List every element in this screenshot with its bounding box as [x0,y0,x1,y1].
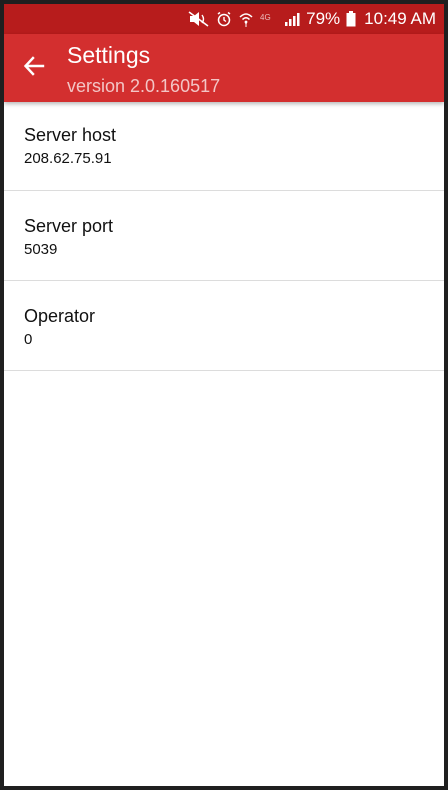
back-button[interactable] [14,48,54,88]
setting-operator[interactable]: Operator 0 [4,281,444,371]
setting-value: 208.62.75.91 [24,150,112,167]
wifi-icon [238,11,254,27]
alarm-icon [216,11,232,27]
page-title: Settings [67,42,151,68]
device-frame: 4G 79% 10:49 AM Settings version 2.0.160… [0,0,448,790]
setting-server-host[interactable]: Server host 208.62.75.91 [4,102,444,191]
battery-icon [346,11,356,27]
setting-value: 5039 [24,241,58,258]
clock: 10:49 AM [364,9,436,28]
setting-title: Operator [24,306,96,326]
setting-value: 0 [24,331,33,348]
battery-percent: 79% [306,9,341,28]
setting-server-port[interactable]: Server port 5039 [4,191,444,281]
settings-list: Server host 208.62.75.91 Server port 503… [4,102,444,371]
network-4g-icon: 4G [260,11,278,27]
status-bar: 4G 79% 10:49 AM [4,4,444,34]
svg-text:4G: 4G [260,13,271,22]
setting-title: Server host [24,125,117,145]
arrow-back-icon [23,55,45,82]
signal-icon [284,11,300,27]
setting-title: Server port [24,216,114,236]
mute-icon [188,11,210,27]
page-subtitle: version 2.0.160517 [67,76,221,96]
app-bar: Settings version 2.0.160517 [4,34,444,102]
